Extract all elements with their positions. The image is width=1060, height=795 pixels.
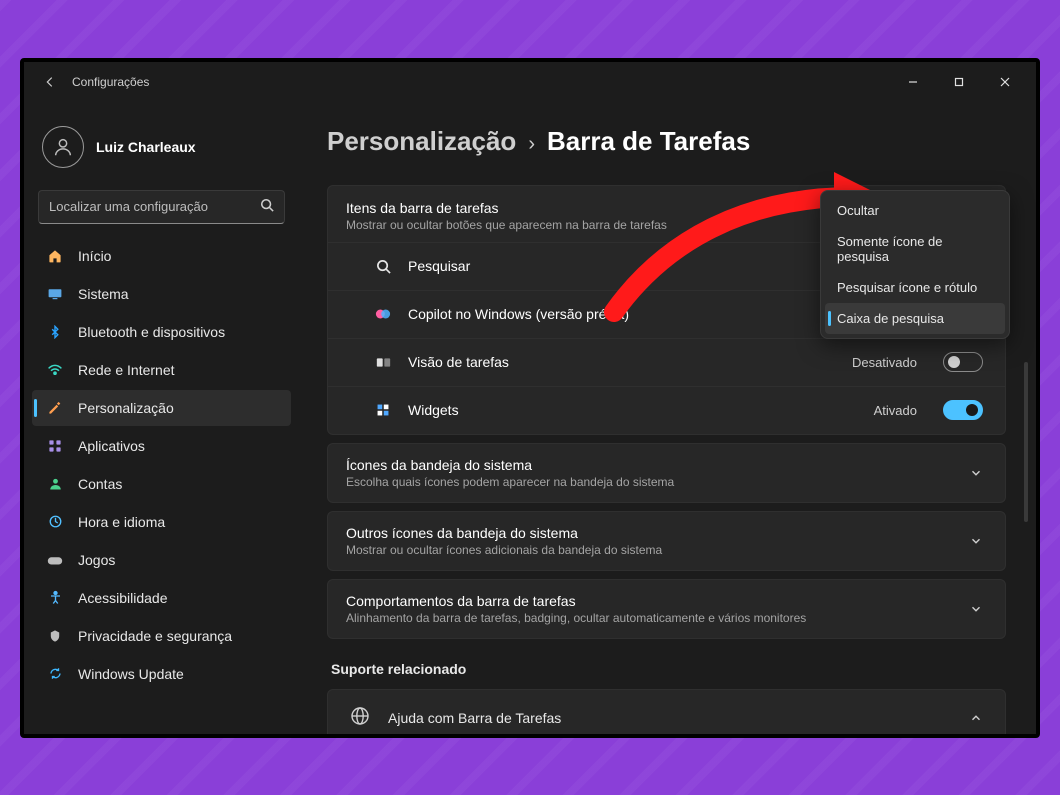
- breadcrumb-separator: ›: [528, 133, 535, 156]
- nav-item-accounts[interactable]: Contas: [32, 466, 291, 502]
- search-input[interactable]: Localizar uma configuração: [38, 190, 285, 224]
- breadcrumb-parent[interactable]: Personalização: [327, 126, 516, 157]
- titlebar: Configurações: [24, 62, 1036, 102]
- taskview-toggle[interactable]: [943, 352, 983, 372]
- search-dropdown: Ocultar Somente ícone de pesquisa Pesqui…: [820, 190, 1010, 339]
- home-icon: [46, 247, 64, 265]
- nav-item-games[interactable]: Jogos: [32, 542, 291, 578]
- widgets-icon: [374, 401, 392, 419]
- nav-item-accessibility[interactable]: Acessibilidade: [32, 580, 291, 616]
- nav-label: Contas: [78, 476, 122, 492]
- system-tray-icons-card: Ícones da bandeja do sistema Escolha qua…: [327, 443, 1006, 503]
- card-subtitle: Mostrar ou ocultar ícones adicionais da …: [346, 543, 969, 557]
- nav-item-personalization[interactable]: Personalização: [32, 390, 291, 426]
- row-label: Visão de tarefas: [408, 354, 836, 370]
- taskview-icon: [374, 353, 392, 371]
- row-widgets: Widgets Ativado: [328, 386, 1005, 434]
- chevron-down-icon: [969, 602, 983, 616]
- copilot-icon: [374, 305, 392, 323]
- scrollbar[interactable]: [1024, 362, 1028, 522]
- account-header[interactable]: Luiz Charleaux: [32, 102, 291, 190]
- nav-label: Rede e Internet: [78, 362, 175, 378]
- search-icon: [374, 257, 392, 275]
- time-language-icon: [46, 513, 64, 531]
- personalization-icon: [46, 399, 64, 417]
- nav-label: Personalização: [78, 400, 174, 416]
- card-title: Comportamentos da barra de tarefas: [346, 593, 969, 609]
- dropdown-option-caixa-pesquisa[interactable]: Caixa de pesquisa: [825, 303, 1005, 334]
- nav-label: Sistema: [78, 286, 129, 302]
- nav-item-bluetooth[interactable]: Bluetooth e dispositivos: [32, 314, 291, 350]
- nav-item-system[interactable]: Sistema: [32, 276, 291, 312]
- nav-item-home[interactable]: Início: [32, 238, 291, 274]
- support-section-title: Suporte relacionado: [331, 661, 1006, 677]
- nav-label: Aplicativos: [78, 438, 145, 454]
- system-icon: [46, 285, 64, 303]
- nav-label: Bluetooth e dispositivos: [78, 324, 225, 340]
- support-help-label: Ajuda com Barra de Tarefas: [388, 710, 951, 726]
- row-label: Copilot no Windows (versão prévia): [408, 306, 836, 322]
- window-controls: [890, 66, 1028, 98]
- accounts-icon: [46, 475, 64, 493]
- nav-item-windows-update[interactable]: Windows Update: [32, 656, 291, 692]
- back-button[interactable]: [32, 75, 68, 89]
- taskbar-behaviors-card: Comportamentos da barra de tarefas Alinh…: [327, 579, 1006, 639]
- network-icon: [46, 361, 64, 379]
- app-title: Configurações: [72, 75, 149, 89]
- privacy-icon: [46, 627, 64, 645]
- games-icon: [46, 551, 64, 569]
- globe-icon: [350, 706, 370, 731]
- support-help-row[interactable]: Ajuda com Barra de Tarefas: [327, 689, 1006, 734]
- nav-label: Acessibilidade: [78, 590, 168, 606]
- other-tray-icons-expander[interactable]: Outros ícones da bandeja do sistema Most…: [328, 512, 1005, 570]
- nav-item-apps[interactable]: Aplicativos: [32, 428, 291, 464]
- taskbar-behaviors-expander[interactable]: Comportamentos da barra de tarefas Alinh…: [328, 580, 1005, 638]
- chevron-up-icon: [969, 711, 983, 725]
- settings-window: Configurações Luiz Charleaux Localizar u…: [20, 58, 1040, 738]
- apps-icon: [46, 437, 64, 455]
- card-subtitle: Escolha quais ícones podem aparecer na b…: [346, 475, 969, 489]
- search-icon: [260, 198, 274, 215]
- card-title: Ícones da bandeja do sistema: [346, 457, 969, 473]
- bluetooth-icon: [46, 323, 64, 341]
- dropdown-option-ocultar[interactable]: Ocultar: [825, 195, 1005, 226]
- other-tray-icons-card: Outros ícones da bandeja do sistema Most…: [327, 511, 1006, 571]
- row-taskview: Visão de tarefas Desativado: [328, 338, 1005, 386]
- close-button[interactable]: [982, 66, 1028, 98]
- nav-label: Jogos: [78, 552, 115, 568]
- system-tray-icons-expander[interactable]: Ícones da bandeja do sistema Escolha qua…: [328, 444, 1005, 502]
- breadcrumb-current: Barra de Tarefas: [547, 126, 750, 157]
- toggle-state-label: Desativado: [852, 355, 917, 370]
- nav-item-network[interactable]: Rede e Internet: [32, 352, 291, 388]
- search-placeholder: Localizar uma configuração: [49, 199, 260, 214]
- account-name: Luiz Charleaux: [96, 139, 196, 155]
- maximize-button[interactable]: [936, 66, 982, 98]
- windows-update-icon: [46, 665, 64, 683]
- nav-list: Início Sistema Bluetooth e dispositivos: [32, 238, 291, 692]
- nav-item-privacy[interactable]: Privacidade e segurança: [32, 618, 291, 654]
- card-title: Outros ícones da bandeja do sistema: [346, 525, 969, 541]
- breadcrumb: Personalização › Barra de Tarefas: [327, 126, 1006, 157]
- sidebar: Luiz Charleaux Localizar uma configuraçã…: [24, 102, 299, 734]
- widgets-toggle[interactable]: [943, 400, 983, 420]
- support-card: Ajuda com Barra de Tarefas Alterar a cor…: [327, 689, 1006, 734]
- nav-item-time-language[interactable]: Hora e idioma: [32, 504, 291, 540]
- dropdown-option-icone-rotulo[interactable]: Pesquisar ícone e rótulo: [825, 272, 1005, 303]
- nav-label: Início: [78, 248, 111, 264]
- row-label: Widgets: [408, 402, 858, 418]
- nav-label: Windows Update: [78, 666, 184, 682]
- accessibility-icon: [46, 589, 64, 607]
- dropdown-option-somente-icone[interactable]: Somente ícone de pesquisa: [825, 226, 1005, 272]
- toggle-state-label: Ativado: [874, 403, 917, 418]
- card-subtitle: Alinhamento da barra de tarefas, badging…: [346, 611, 969, 625]
- nav-label: Hora e idioma: [78, 514, 165, 530]
- chevron-down-icon: [969, 534, 983, 548]
- minimize-button[interactable]: [890, 66, 936, 98]
- chevron-down-icon: [969, 466, 983, 480]
- avatar: [42, 126, 84, 168]
- nav-label: Privacidade e segurança: [78, 628, 232, 644]
